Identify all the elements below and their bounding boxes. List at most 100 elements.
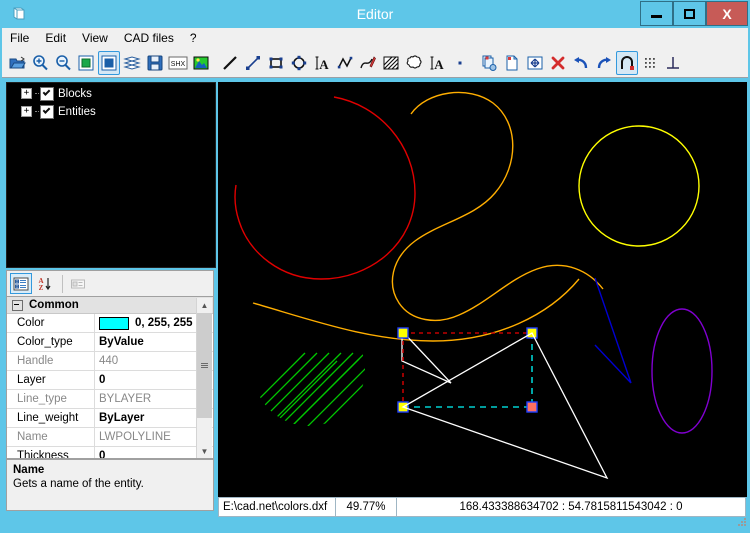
expand-icon[interactable]: + [21, 88, 32, 99]
layers-icon[interactable] [121, 51, 143, 75]
fit-view-icon[interactable] [524, 51, 546, 75]
scroll-up-icon[interactable]: ▲ [197, 298, 212, 313]
draw-polyline-icon[interactable] [334, 51, 356, 75]
shx-fonts-icon[interactable]: SHX [167, 51, 189, 75]
hatch-icon[interactable] [380, 51, 402, 75]
property-name-name: Name [7, 428, 95, 446]
property-row-handle: Handle 440 [7, 352, 213, 371]
minimize-button[interactable] [640, 1, 673, 26]
property-row-line-type: Line_type BYLAYER [7, 390, 213, 409]
image-icon[interactable] [190, 51, 212, 75]
tree-connector [35, 111, 39, 113]
property-grid[interactable]: Common Color 0, 255, 255 Color_type ByVa… [6, 296, 214, 459]
color-value-text: 0, 255, 255 [135, 317, 193, 329]
status-coordinates: 168.433388634702 : 54.7815811543042 : 0 [396, 497, 746, 517]
zoom-extents-icon[interactable] [75, 51, 97, 75]
menu-edit[interactable]: Edit [37, 29, 74, 48]
draw-circle-icon[interactable] [288, 51, 310, 75]
menu-view[interactable]: View [74, 29, 116, 48]
undo-icon[interactable] [570, 51, 592, 75]
tree-node-entities[interactable]: + Entities [21, 104, 215, 119]
property-name-color: Color [7, 314, 95, 332]
category-label: Common [29, 299, 79, 311]
editor-window: Editor X File Edit View CAD files ? [0, 0, 750, 529]
tree-checkbox-blocks[interactable] [40, 87, 54, 101]
open-file-icon[interactable] [6, 51, 28, 75]
point-icon[interactable] [449, 51, 471, 75]
tree-checkbox-entities[interactable] [40, 105, 54, 119]
zoom-in-icon[interactable] [29, 51, 51, 75]
svg-text:Z: Z [39, 284, 44, 292]
new-file-icon[interactable] [501, 51, 523, 75]
mtext-icon[interactable]: A [426, 51, 448, 75]
status-bar: E:\cad.net\colors.dxf 49.77% 168.4333886… [218, 497, 745, 517]
svg-text:A: A [319, 57, 329, 72]
main-toolbar: SHX [2, 48, 748, 78]
draw-segment-icon[interactable] [242, 51, 264, 75]
property-name-layer: Layer [7, 371, 95, 389]
menu-bar: File Edit View CAD files ? [2, 28, 748, 49]
property-row-color-type[interactable]: Color_type ByValue [7, 333, 213, 352]
grip-top-left[interactable] [398, 328, 408, 338]
property-row-name: Name LWPOLYLINE [7, 428, 213, 447]
property-category-common[interactable]: Common [7, 297, 213, 314]
window-title: Editor [0, 4, 750, 24]
scroll-down-icon[interactable]: ▼ [197, 444, 212, 459]
status-zoom-level: 49.77% [335, 497, 397, 517]
property-grid-scrollbar[interactable]: ▲ ▼ [196, 298, 212, 459]
object-snap-icon[interactable] [616, 51, 638, 75]
menu-cad-files[interactable]: CAD files [116, 29, 182, 48]
tree-label-entities: Entities [58, 106, 96, 118]
property-name-line-weight: Line_weight [7, 409, 95, 427]
zoom-out-icon[interactable] [52, 51, 74, 75]
expand-icon[interactable]: + [21, 106, 32, 117]
redo-icon[interactable] [593, 51, 615, 75]
ortho-icon[interactable] [662, 51, 684, 75]
save-icon[interactable] [144, 51, 166, 75]
delete-icon[interactable] [547, 51, 569, 75]
cad-drawing [219, 83, 746, 496]
alphabetical-sort-button[interactable]: A Z [34, 273, 56, 294]
menu-file[interactable]: File [2, 29, 37, 48]
draw-spline-icon[interactable] [357, 51, 379, 75]
block-icon[interactable] [403, 51, 425, 75]
property-row-color[interactable]: Color 0, 255, 255 [7, 314, 213, 333]
categorized-view-button[interactable] [10, 273, 32, 294]
property-row-layer[interactable]: Layer 0 [7, 371, 213, 390]
property-row-thickness[interactable]: Thickness 0 [7, 447, 213, 459]
model-tree[interactable]: + Blocks + Entities [6, 82, 216, 268]
property-pages-button[interactable] [67, 273, 89, 294]
menu-help[interactable]: ? [182, 29, 205, 48]
copy-properties-icon[interactable] [478, 51, 500, 75]
property-name-line-type: Line_type [7, 390, 95, 408]
resize-grip[interactable] [736, 515, 748, 527]
status-file-path: E:\cad.net\colors.dxf [218, 497, 336, 517]
svg-text:A: A [434, 57, 444, 72]
tree-label-blocks: Blocks [58, 88, 92, 100]
tree-connector [35, 93, 39, 95]
drawing-canvas[interactable] [218, 82, 747, 497]
collapse-icon[interactable] [12, 300, 23, 311]
select-mode-icon[interactable] [98, 51, 120, 75]
scrollbar-thumb[interactable] [197, 313, 212, 418]
maximize-button[interactable] [673, 1, 706, 26]
add-text-icon[interactable]: A [311, 51, 333, 75]
close-button[interactable]: X [706, 1, 748, 26]
description-title: Name [13, 463, 207, 477]
property-name-color-type: Color_type [7, 333, 95, 351]
property-grid-toolbar: A Z [6, 270, 214, 296]
draw-rectangle-icon[interactable] [265, 51, 287, 75]
toolbar-divider [62, 275, 63, 293]
grid-snap-icon[interactable] [639, 51, 661, 75]
description-text: Gets a name of the entity. [13, 477, 207, 491]
grip-hot-bottom-right[interactable] [527, 402, 537, 412]
property-row-line-weight[interactable]: Line_weight ByLayer [7, 409, 213, 428]
property-name-handle: Handle [7, 352, 95, 370]
draw-line-icon[interactable] [219, 51, 241, 75]
property-description-pane: Name Gets a name of the entity. [6, 459, 214, 511]
title-bar: Editor X [0, 0, 750, 28]
color-swatch [99, 317, 129, 330]
svg-text:SHX: SHX [171, 61, 186, 68]
property-name-thickness: Thickness [7, 447, 95, 459]
tree-node-blocks[interactable]: + Blocks [21, 86, 215, 101]
